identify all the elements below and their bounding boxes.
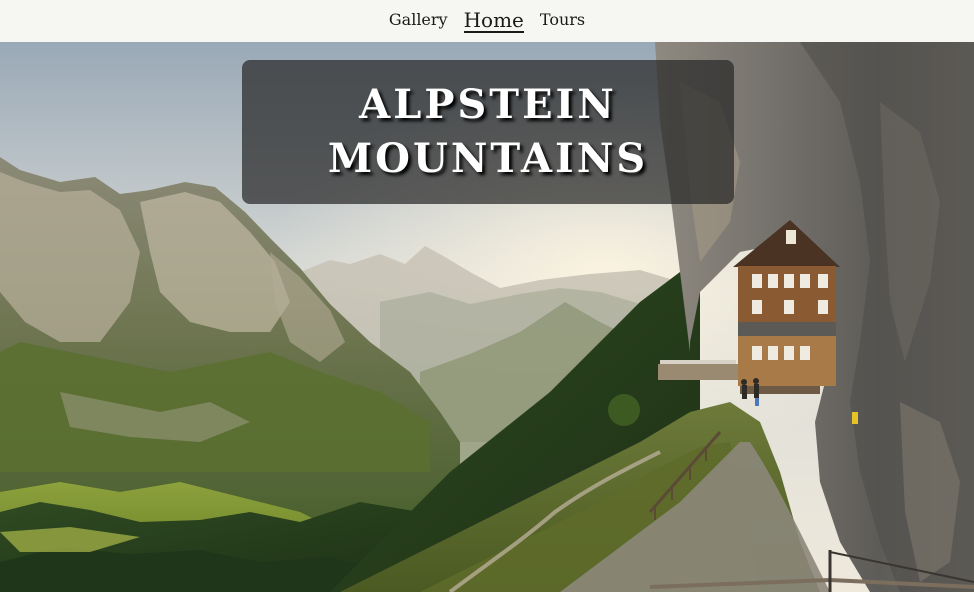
nav-link-gallery[interactable]: Gallery [389, 10, 448, 32]
hero-title-line-1: ALPSTEIN [359, 81, 617, 128]
top-navigation: Gallery Home Tours [0, 0, 974, 42]
nav-link-home[interactable]: Home [463, 10, 524, 33]
hero-section: ALPSTEIN MOUNTAINS [0, 42, 974, 592]
hero-title-line-2: MOUNTAINS [327, 135, 649, 182]
hero-title-panel: ALPSTEIN MOUNTAINS [242, 60, 734, 204]
nav-link-tours[interactable]: Tours [540, 10, 585, 32]
